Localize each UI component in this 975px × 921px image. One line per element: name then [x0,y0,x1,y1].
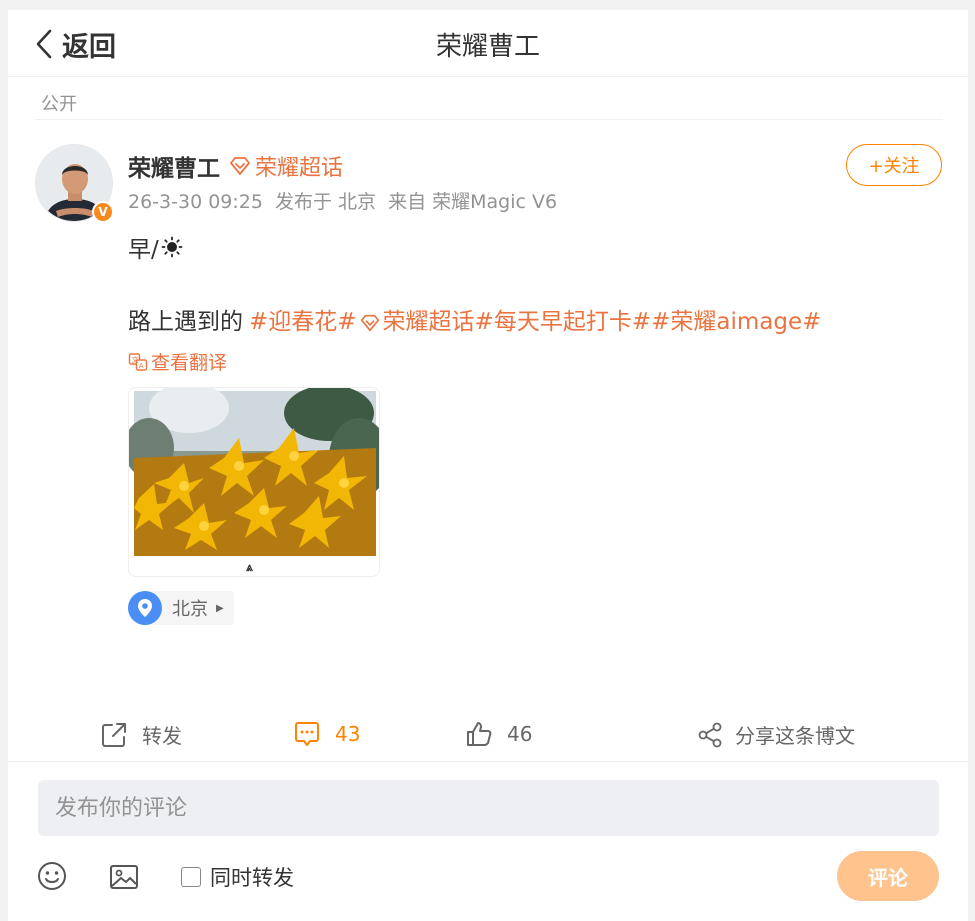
divider [35,119,943,120]
author-line: 荣耀曹工 荣耀超话 [128,150,343,182]
share-button[interactable]: 分享这条博文 [697,720,855,749]
post-text-prefix: 路上遇到的 [128,309,243,335]
location-pin-icon [128,591,162,625]
post-text-start: 早/ [128,237,159,263]
svg-text:文: 文 [132,355,139,364]
action-bar: 转发 43 46 分享这条博文 [8,710,968,762]
like-count: 46 [507,722,533,746]
translate-link[interactable]: 文 A 查看翻译 [128,348,227,375]
repost-label: 转发 [142,724,182,748]
location-arrow-icon: ▶ [216,602,224,614]
location-tag[interactable]: 北京 ▶ [128,591,234,625]
also-repost-toggle[interactable]: 同时转发 [181,862,294,892]
author-name[interactable]: 荣耀曹工 [128,149,220,183]
photo-watermark-icon: ⩓ [246,560,253,574]
repost-button[interactable]: 转发 [100,720,182,749]
svg-text:A: A [139,362,144,370]
supertopic-diamond-icon [360,314,379,331]
supertopic-diamond-icon [230,157,250,175]
share-icon [698,722,722,747]
supertopic-label: 荣耀超话 [255,156,344,181]
comment-input[interactable] [38,780,939,836]
location-label: 北京 [172,599,208,620]
supertopic-hashtag[interactable]: 荣耀超话 [357,302,475,336]
post-text-line1: 早/ [128,230,183,264]
also-repost-label: 同时转发 [210,866,294,890]
page-title: 荣耀曹工 [435,32,540,62]
share-label: 分享这条博文 [735,724,855,748]
submit-comment-button[interactable]: 评论 [837,851,939,901]
like-icon [467,722,492,746]
post-detail-card: 返回 荣耀曹工 公开 V 荣耀曹工 荣耀超话 +关注 26-3-30 09:25… [8,10,968,921]
verified-badge: V [92,201,114,223]
translate-icon: 文 A [128,352,148,371]
visibility-label: 公开 [41,94,77,115]
sun-icon [161,236,183,258]
hashtag-aimage[interactable]: #荣耀aimage# [651,302,821,336]
post-text-line2: 路上遇到的 #迎春花# 荣耀超话 #每天早起打卡# #荣耀aimage# [128,302,821,336]
post-image[interactable]: ⩓ [128,387,380,577]
hashtag-early-rise[interactable]: #每天早起打卡# [475,302,652,336]
like-button[interactable]: 46 [465,720,532,748]
post-time[interactable]: 26-3-30 09:25 [128,191,263,213]
hashtag-spring-flower[interactable]: #迎春花# [249,302,357,336]
translate-label: 查看翻译 [151,352,228,374]
supertopic-link[interactable]: 荣耀超话 [228,150,343,182]
repost-icon [102,722,126,747]
also-repost-checkbox[interactable] [181,867,201,887]
image-icon[interactable] [108,861,140,893]
top-bar: 返回 荣耀曹工 [8,10,968,77]
forsythia-photo [129,388,379,556]
follow-button[interactable]: +关注 [846,144,942,186]
post-meta: 26-3-30 09:25 发布于 北京 来自 荣耀Magic V6 [128,187,563,214]
comment-button[interactable]: 43 [293,720,360,748]
post-location-text: 发布于 北京 [275,191,377,213]
emoji-icon[interactable] [36,860,68,892]
comment-icon [295,722,319,746]
supertopic-hashtag-label: 荣耀超话 [382,309,475,335]
post-source: 来自 荣耀Magic V6 [388,191,558,213]
comment-count: 43 [335,722,361,746]
